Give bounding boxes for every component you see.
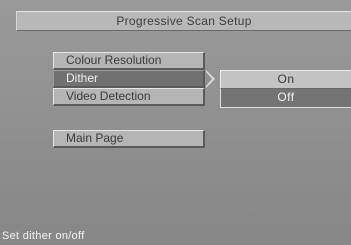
option-off[interactable]: Off [220,89,351,108]
page-title: Progressive Scan Setup [116,14,252,28]
menu-item-main-page[interactable]: Main Page [53,130,205,148]
status-text: Set dither on/off [2,230,85,242]
menu-item-video-detection[interactable]: Video Detection [53,88,205,106]
menu-item-colour-resolution[interactable]: Colour Resolution [53,52,205,70]
title-bar: Progressive Scan Setup [16,11,351,31]
osd-screen: Progressive Scan Setup Colour Resolution… [0,0,351,245]
option-on[interactable]: On [220,70,351,89]
submenu-arrow-inner [206,72,212,86]
menu-item-dither[interactable]: Dither [53,70,205,88]
